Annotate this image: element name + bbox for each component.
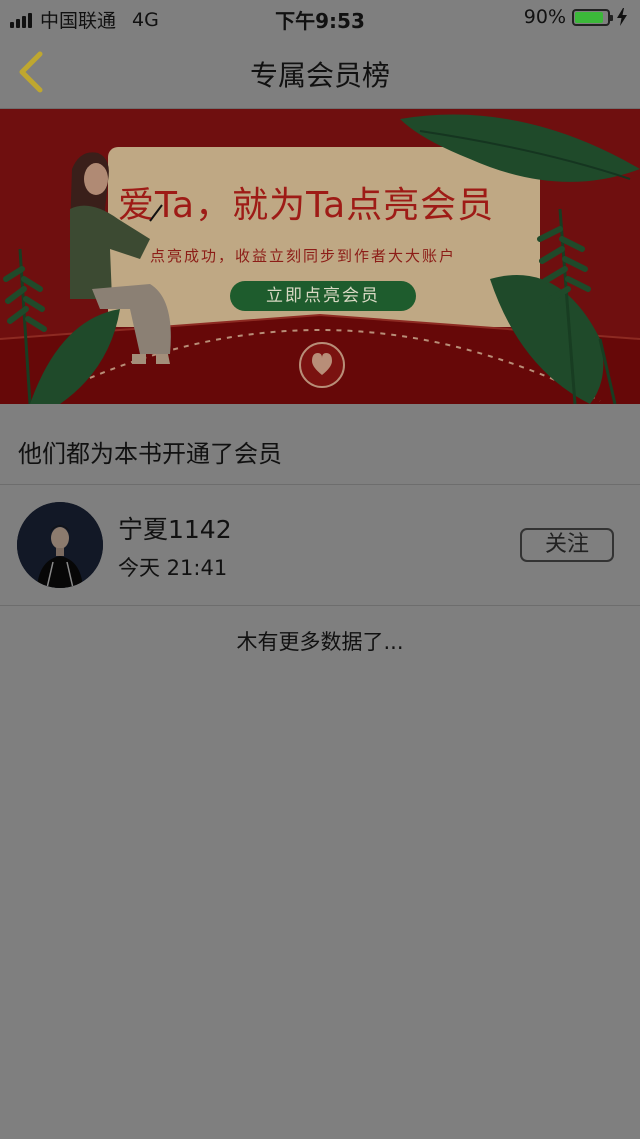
promo-banner[interactable]: 爱Ta，就为Ta点亮会员 点亮成功，收益立刻同步到作者大大账户 立即点亮会员 [0, 109, 640, 404]
banner-subline: 点亮成功，收益立刻同步到作者大大账户 [150, 247, 457, 265]
section-title: 他们都为本书开通了会员 [18, 440, 282, 468]
status-bar: 中国联通 4G 下午9:53 90% [0, 0, 640, 36]
list-item[interactable]: 宁夏1142 今天 21:41 关注 [0, 485, 640, 605]
member-name[interactable]: 宁夏1142 [118, 510, 232, 546]
activate-membership-button[interactable]: 立即点亮会员 [230, 281, 416, 311]
battery-percent: 90% [523, 6, 566, 28]
charging-icon [617, 8, 627, 26]
nav-bar: 专属会员榜 [0, 36, 640, 109]
status-right: 90% [524, 6, 628, 28]
avatar[interactable] [17, 502, 103, 588]
battery-icon [572, 8, 613, 26]
avatar-image [17, 502, 103, 588]
no-more-data-label: 木有更多数据了... [236, 630, 404, 654]
member-time: 今天 21:41 [118, 556, 228, 580]
follow-button[interactable]: 关注 [520, 528, 614, 562]
banner-headline: 爱Ta，就为Ta点亮会员 [118, 185, 495, 226]
page-title: 专属会员榜 [249, 59, 390, 92]
divider [0, 605, 640, 606]
